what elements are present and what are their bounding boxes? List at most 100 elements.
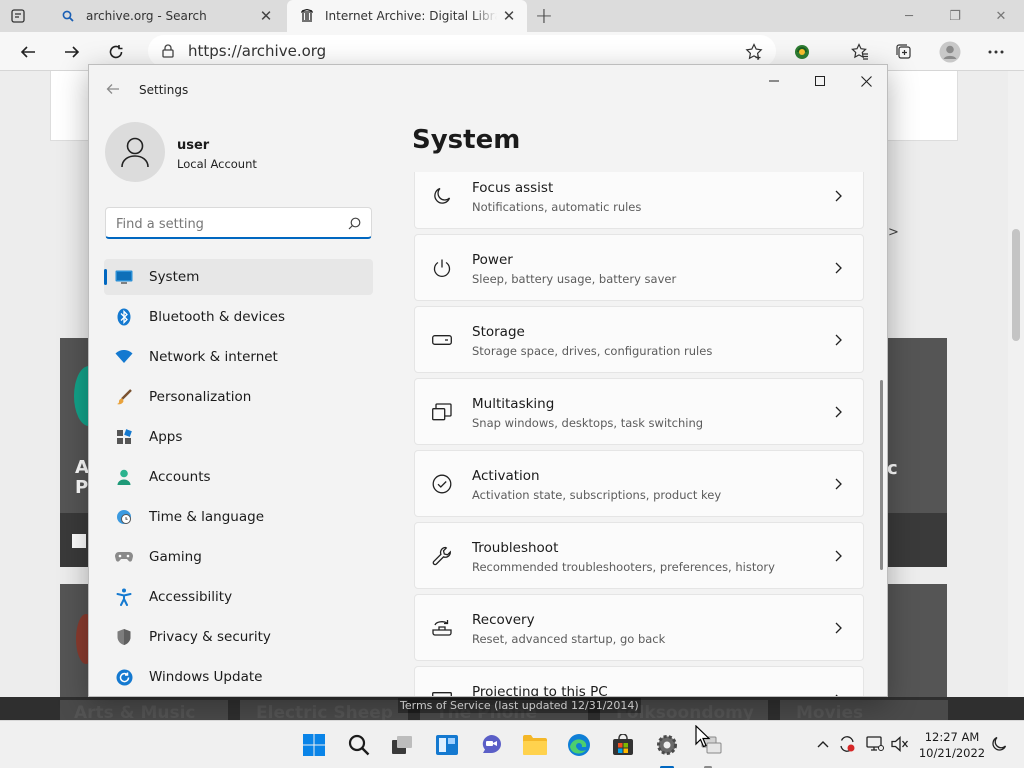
file-explorer-icon[interactable] — [521, 731, 549, 759]
volume-muted-icon[interactable] — [889, 733, 911, 755]
nav-item-gaming[interactable]: Gaming — [104, 539, 373, 575]
close-tab-icon[interactable]: ✕ — [254, 4, 278, 28]
scroll-thumb[interactable] — [1012, 229, 1020, 341]
nav-item-system[interactable]: System — [104, 259, 373, 295]
new-tab-button[interactable]: + — [532, 4, 556, 29]
nav-item-accessibility[interactable]: Accessibility — [104, 579, 373, 615]
nav-label: Personalization — [149, 389, 252, 405]
collection-tile[interactable] — [60, 584, 96, 697]
terms-of-service-link[interactable]: Terms of Service (last updated 12/31/201… — [398, 698, 641, 713]
chevron-right-icon — [831, 547, 845, 565]
network-icon[interactable] — [864, 733, 886, 755]
search-icon — [60, 8, 76, 24]
nav-item-windows-update[interactable]: Windows Update — [104, 659, 373, 695]
card-subtitle: Notifications, automatic rules — [472, 200, 642, 214]
collections-icon[interactable] — [890, 38, 918, 66]
chevron-up-icon[interactable] — [812, 733, 834, 755]
card-recovery[interactable]: Recovery Reset, advanced startup, go bac… — [414, 594, 864, 661]
card-power[interactable]: Power Sleep, battery usage, battery save… — [414, 234, 864, 301]
close-icon[interactable]: ✕ — [978, 0, 1024, 32]
restore-icon[interactable]: ❐ — [932, 0, 978, 32]
close-icon[interactable] — [843, 65, 887, 97]
nav-item-apps[interactable]: Apps — [104, 419, 373, 455]
nav-label: System — [149, 269, 200, 285]
favorites-icon[interactable] — [846, 38, 874, 66]
card-title: Focus assist — [472, 180, 554, 196]
card-activation[interactable]: Activation Activation state, subscriptio… — [414, 450, 864, 517]
back-button[interactable] — [14, 38, 42, 66]
tab-search[interactable]: archive.org - Search ✕ — [48, 0, 284, 32]
nav-item-bluetooth[interactable]: Bluetooth & devices — [104, 299, 373, 335]
focus-assist-moon-icon[interactable] — [988, 733, 1010, 755]
tab-label: archive.org - Search — [86, 9, 207, 23]
card-troubleshoot[interactable]: Troubleshoot Recommended troubleshooters… — [414, 522, 864, 589]
nav-label: Windows Update — [149, 669, 263, 685]
refresh-button[interactable] — [102, 38, 130, 66]
tab-label: Internet Archive: Digital Library of — [325, 9, 497, 23]
wrench-icon — [431, 545, 453, 567]
search-icon[interactable] — [345, 731, 373, 759]
nav-label: Network & internet — [149, 349, 278, 365]
nav-item-time-language[interactable]: Time & language — [104, 499, 373, 535]
card-multitasking[interactable]: Multitasking Snap windows, desktops, tas… — [414, 378, 864, 445]
tab-actions-icon[interactable] — [8, 6, 28, 26]
card-title: Activation — [472, 468, 540, 484]
gamepad-icon — [115, 548, 133, 566]
store-icon[interactable] — [609, 731, 637, 759]
collection-tile[interactable]: AP — [60, 338, 104, 567]
back-arrow-icon[interactable] — [103, 79, 123, 99]
widgets-icon[interactable] — [433, 731, 461, 759]
chevron-right-icon — [831, 403, 845, 421]
window-title: Settings — [139, 83, 189, 97]
nav-item-privacy-security[interactable]: Privacy & security — [104, 619, 373, 655]
shield-icon — [115, 628, 133, 646]
minimize-icon[interactable] — [751, 65, 797, 97]
card-focus-assist[interactable]: Focus assist Notifications, automatic ru… — [414, 172, 864, 229]
extension-icon[interactable] — [788, 38, 816, 66]
wifi-icon — [115, 348, 133, 366]
nav-item-network[interactable]: Network & internet — [104, 339, 373, 375]
card-title: Troubleshoot — [472, 540, 559, 556]
forward-button[interactable] — [58, 38, 86, 66]
system-clock[interactable]: 12:27 AM 10/21/2022 — [915, 729, 989, 761]
minimize-icon[interactable]: ─ — [886, 0, 932, 32]
more-options-icon[interactable] — [982, 38, 1010, 66]
maximize-icon[interactable] — [797, 65, 843, 97]
multitask-icon — [431, 401, 453, 423]
storage-icon — [431, 329, 453, 351]
nav-label: Time & language — [149, 509, 265, 525]
card-storage[interactable]: Storage Storage space, drives, configura… — [414, 306, 864, 373]
add-favorite-icon[interactable] — [740, 38, 768, 66]
windows-start-icon[interactable] — [300, 731, 328, 759]
taskbar: 12:27 AM 10/21/2022 — [0, 720, 1024, 768]
nav-item-accounts[interactable]: Accounts — [104, 459, 373, 495]
apps-icon — [115, 428, 133, 446]
card-subtitle: Reset, advanced startup, go back — [472, 632, 666, 646]
task-view-icon[interactable] — [388, 731, 416, 759]
url-field[interactable]: https://archive.org — [148, 35, 776, 67]
search-icon[interactable] — [347, 216, 361, 230]
tab-internet-archive[interactable]: Internet Archive: Digital Library of ✕ — [287, 0, 527, 32]
settings-card-list: Focus assist Notifications, automatic ru… — [414, 172, 864, 696]
browser-tab-bar: archive.org - Search ✕ Internet Archive:… — [0, 0, 1024, 32]
card-title: Multitasking — [472, 396, 555, 412]
card-projecting[interactable]: Projecting to this PC — [414, 666, 864, 696]
close-tab-icon[interactable]: ✕ — [497, 4, 521, 28]
page-scrollbar[interactable] — [1008, 71, 1024, 697]
edge-browser-icon[interactable] — [565, 731, 593, 759]
settings-scrollbar[interactable] — [880, 380, 883, 570]
avatar[interactable] — [105, 122, 165, 182]
page-title: System — [412, 125, 521, 155]
search-input[interactable] — [116, 214, 336, 234]
sync-status-icon[interactable] — [836, 733, 858, 755]
collection-tile[interactable]: c — [887, 338, 947, 567]
profile-avatar-icon[interactable] — [936, 38, 964, 66]
nav-item-personalization[interactable]: Personalization — [104, 379, 373, 415]
lock-icon[interactable] — [160, 43, 176, 59]
account-type: Local Account — [177, 157, 257, 171]
chat-icon[interactable] — [477, 731, 505, 759]
settings-gear-icon[interactable] — [653, 731, 681, 759]
carousel-next-icon[interactable]: > — [888, 225, 899, 240]
collection-tile[interactable] — [887, 584, 947, 697]
brush-icon — [115, 388, 133, 406]
